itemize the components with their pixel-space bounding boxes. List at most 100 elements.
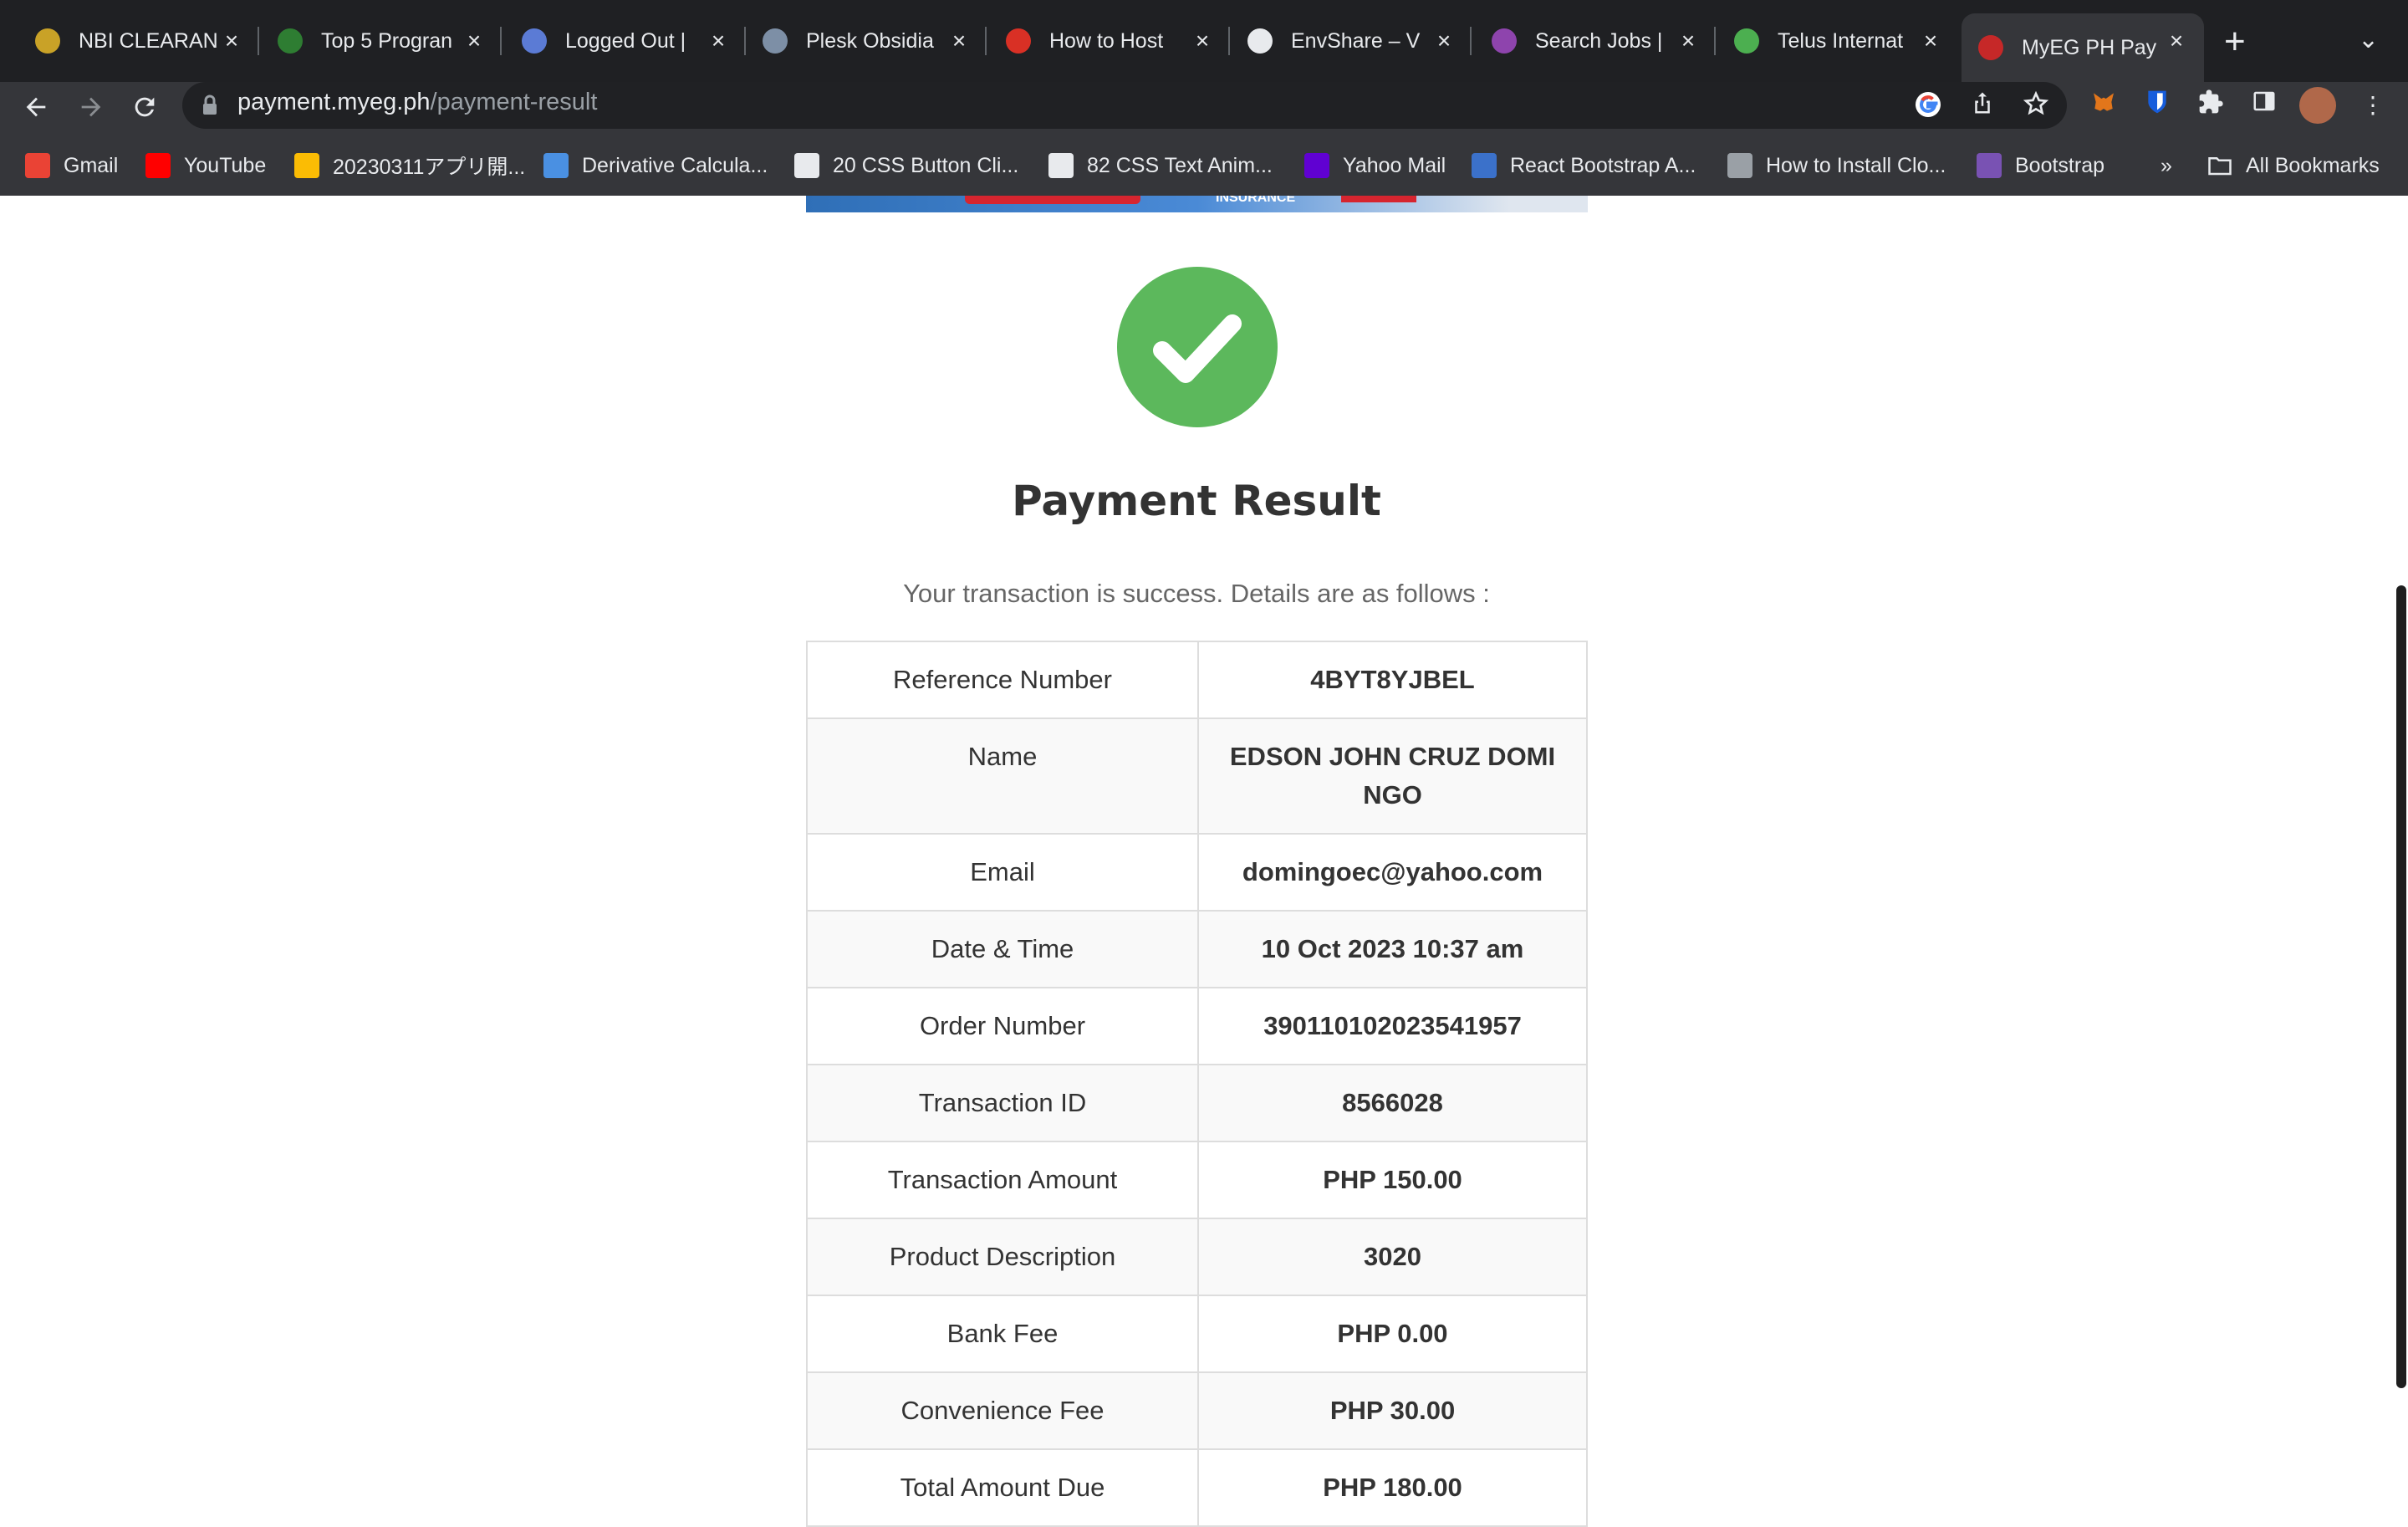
share-icon[interactable] [1967,90,1998,122]
bookmark-label: 82 CSS Text Anim... [1087,153,1273,177]
all-bookmarks-button[interactable]: All Bookmarks [2207,149,2380,182]
tab-title: Top 5 Progran [321,28,453,53]
infinity-icon [543,153,569,178]
bookmark-label: Derivative Calcula... [582,153,768,177]
browser-tab[interactable]: Telus Internat × [1717,13,1958,69]
google-lens-icon[interactable] [1912,90,1944,122]
plesk-icon [763,28,788,54]
reload-button[interactable] [124,87,166,127]
close-tab-icon[interactable]: × [946,28,972,54]
gmail-icon [25,153,50,178]
browser-tab[interactable]: Top 5 Progran × [261,13,502,69]
bookmarks-overflow-button[interactable]: » [2161,149,2172,182]
tab-separator [500,27,502,55]
tab-title: Telus Internat [1778,28,1904,53]
detail-label: Total Amount Due [806,1448,1199,1527]
tab-title: Logged Out | [565,28,686,53]
new-tab-button[interactable]: + [2224,23,2246,60]
browser-tab[interactable]: How to Host × [989,13,1230,69]
all-bookmarks-label: All Bookmarks [2246,153,2380,177]
bookmark-star-icon[interactable] [2020,90,2052,122]
bookmark-item[interactable]: 20230311アプリ開... [294,149,525,182]
detail-row: Convenience Fee PHP 30.00 [806,1371,1588,1450]
bookmark-label: How to Install Clo... [1766,153,1946,177]
detail-value: 390110102023541957 [1197,987,1588,1065]
bookmark-item[interactable]: Derivative Calcula... [543,149,768,182]
url-path: /payment-result [430,89,598,115]
detail-label: Product Description [806,1218,1199,1296]
bookmark-item[interactable]: 20 CSS Button Cli... [794,149,1018,182]
back-arrow-icon [26,97,46,117]
star-glyph-icon [2023,90,2049,115]
tab-separator [985,27,987,55]
bookmark-item[interactable]: Bootstrap [1977,149,2104,182]
side-panel-icon[interactable] [2247,89,2281,122]
close-tab-icon[interactable]: × [1918,28,1943,54]
scrollbar-thumb[interactable] [2396,585,2406,1388]
bookmark-item[interactable]: YouTube [145,149,266,182]
tab-separator [1470,27,1472,55]
detail-row: Date & Time 10 Oct 2023 10:37 am [806,910,1588,988]
reload-icon [135,97,155,117]
detail-row: Bank Fee PHP 0.00 [806,1295,1588,1373]
success-check-icon [1117,267,1278,427]
close-tab-icon[interactable]: × [219,28,244,54]
extensions-puzzle-icon[interactable] [2194,89,2227,122]
detail-value: 10 Oct 2023 10:37 am [1197,910,1588,988]
tab-title: NBI CLEARAN [79,28,218,53]
tab-search-chevron-icon[interactable]: ⌄ [2358,25,2379,54]
browser-tab[interactable]: Logged Out | × [505,13,746,69]
tab-separator [1228,27,1230,55]
profile-avatar[interactable] [2299,87,2336,124]
close-tab-icon[interactable]: × [1431,28,1457,54]
bookmark-item[interactable]: 82 CSS Text Anim... [1048,149,1273,182]
close-tab-icon[interactable]: × [1190,28,1215,54]
bookmark-item[interactable]: Gmail [25,149,118,182]
detail-label: Transaction Amount [806,1141,1199,1219]
google-g-icon [1916,92,1941,117]
detail-label: Transaction ID [806,1064,1199,1142]
back-button[interactable] [15,87,57,127]
detail-value: 8566028 [1197,1064,1588,1142]
v-logo-icon [522,28,547,54]
tab-title: MyEG PH Pay [2022,35,2157,59]
bookmark-item[interactable]: How to Install Clo... [1727,149,1946,182]
bootstrap-icon [1977,153,2002,178]
folder-icon [2207,153,2232,178]
youtube-icon [145,153,171,178]
lock-icon[interactable] [201,94,219,116]
browser-tab[interactable]: NBI CLEARAN × [18,13,259,69]
tab-title: How to Host [1049,28,1164,53]
tab-title: Search Jobs | [1535,28,1663,53]
checkmark-icon [1153,314,1242,383]
insurance-banner[interactable]: INSURANCE [806,196,1588,212]
bookmark-item[interactable]: React Bootstrap A... [1472,149,1696,182]
close-tab-icon[interactable]: × [706,28,731,54]
drive-icon [294,153,319,178]
metamask-fox-icon[interactable] [2087,89,2120,122]
f-logo-icon [1048,153,1074,178]
banner-text: INSURANCE [1216,196,1296,205]
bookmark-label: Bootstrap [2015,153,2105,177]
close-tab-icon[interactable]: × [1676,28,1701,54]
url-text[interactable]: payment.myeg.ph/payment-result [237,89,597,116]
moon-icon [1727,153,1752,178]
close-tab-icon[interactable]: × [2164,28,2189,54]
close-tab-icon[interactable]: × [462,28,487,54]
browser-menu-kebab-icon[interactable]: ⋮ [2356,89,2390,122]
detail-row: Email domingoec@yahoo.com [806,833,1588,912]
detail-row: Reference Number 4BYT8YJBEL [806,641,1588,719]
browser-tab[interactable]: Search Jobs | × [1475,13,1716,69]
mdb-icon [1472,153,1497,178]
forward-button[interactable] [70,87,112,127]
browser-tab[interactable]: Plesk Obsidia × [746,13,987,69]
telus-leaf-icon [1734,28,1759,54]
bookmark-item[interactable]: Yahoo Mail [1304,149,1446,182]
bitwarden-shield-icon[interactable] [2140,89,2174,122]
browser-tab[interactable]: EnvShare – V × [1231,13,1472,69]
detail-value: PHP 150.00 [1197,1141,1588,1219]
tab-title: EnvShare – V [1291,28,1421,53]
detail-label: Convenience Fee [806,1371,1199,1450]
tab-separator [1714,27,1716,55]
browser-tab[interactable]: MyEG PH Pay × [1962,13,2204,82]
